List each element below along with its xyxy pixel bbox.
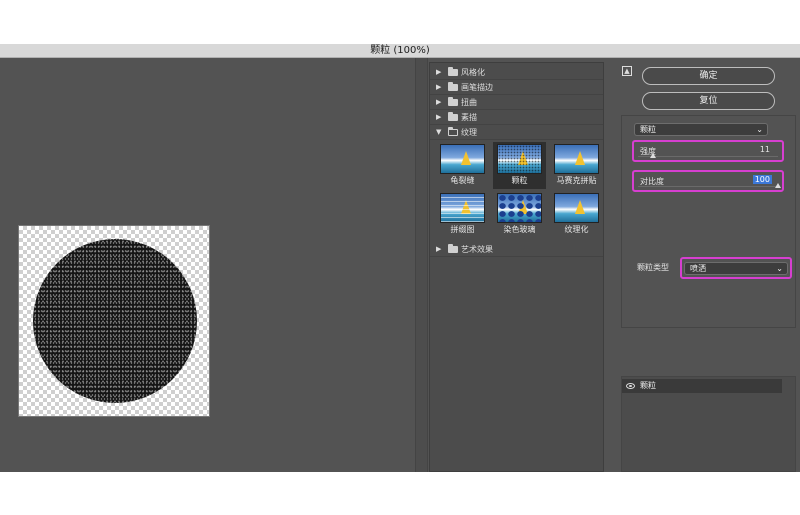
filter-select-value: 颗粒 bbox=[640, 125, 656, 134]
filter-category[interactable]: ▶ 画笔描边 bbox=[430, 80, 603, 95]
filter-thumbnail-label: 颗粒 bbox=[511, 176, 528, 185]
contrast-value[interactable]: 100 bbox=[752, 175, 772, 184]
collapse-up-icon[interactable]: ▲ bbox=[622, 66, 632, 76]
filter-thumbnail-label: 拼缀图 bbox=[450, 225, 475, 234]
chevron-down-icon: ⌄ bbox=[776, 264, 783, 273]
filter-category[interactable]: ▼ 纹理 bbox=[430, 125, 603, 140]
filter-gallery-window: 颗粒 (100%) ▶ 风格化 ▶ 画笔描边 ▶ 扭曲 ▶ 素描 ▼ 纹理 龟裂缝 颗粒 马赛克拼贴 拼缀… bbox=[0, 44, 800, 472]
preview-area[interactable] bbox=[0, 58, 415, 472]
reset-button[interactable]: 复位 bbox=[642, 92, 775, 110]
filter-category[interactable]: ▶ 素描 bbox=[430, 110, 603, 125]
filter-category-label: 画笔描边 bbox=[461, 83, 493, 92]
effect-layer-row[interactable]: 颗粒 bbox=[622, 379, 782, 393]
grain-type-label: 颗粒类型 bbox=[637, 263, 669, 272]
filter-thumbnail[interactable]: 染色玻璃 bbox=[493, 191, 546, 238]
filter-thumbnail-label: 染色玻璃 bbox=[503, 225, 536, 234]
filter-thumbnail[interactable]: 马赛克拼贴 bbox=[550, 142, 603, 189]
grain-type-value: 喷洒 bbox=[690, 264, 706, 273]
contrast-control: 对比度 100 bbox=[632, 170, 784, 192]
triangle-right-icon[interactable]: ▶ bbox=[436, 242, 441, 257]
settings-panel: ▲ 确定 复位 颗粒 ⌄ 强度 11 对比度 100 颗粒类型 喷洒 ⌄ 颗粒 bbox=[610, 58, 800, 472]
filter-thumbnail-label: 马赛克拼贴 bbox=[556, 176, 597, 185]
preview-canvas bbox=[18, 225, 210, 417]
filter-category-label: 扭曲 bbox=[461, 98, 477, 107]
filter-thumbnail[interactable]: 纹理化 bbox=[550, 191, 603, 238]
filter-preview-image bbox=[497, 193, 542, 223]
filter-thumbnail-label: 龟裂缝 bbox=[450, 176, 475, 185]
triangle-right-icon[interactable]: ▶ bbox=[436, 80, 441, 95]
triangle-down-icon[interactable]: ▼ bbox=[436, 125, 441, 140]
chevron-down-icon: ⌄ bbox=[756, 125, 763, 134]
intensity-control: 强度 11 bbox=[632, 140, 784, 162]
contrast-slider-handle[interactable] bbox=[775, 183, 781, 188]
folder-icon bbox=[448, 112, 458, 121]
filter-preview-image bbox=[497, 144, 542, 174]
filter-category[interactable]: ▶ 扭曲 bbox=[430, 95, 603, 110]
filter-thumbnail[interactable]: 颗粒 bbox=[493, 142, 546, 189]
filter-category[interactable]: ▶ 艺术效果 bbox=[430, 242, 603, 257]
grain-circle-image bbox=[33, 239, 197, 403]
filter-preview-image bbox=[554, 144, 599, 174]
filter-preview-image bbox=[440, 193, 485, 223]
triangle-right-icon[interactable]: ▶ bbox=[436, 110, 441, 125]
contrast-slider[interactable] bbox=[638, 183, 781, 188]
filter-category[interactable]: ▶ 风格化 bbox=[430, 65, 603, 80]
triangle-right-icon[interactable]: ▶ bbox=[436, 65, 441, 80]
triangle-right-icon[interactable]: ▶ bbox=[436, 95, 441, 110]
filter-gallery: ▶ 风格化 ▶ 画笔描边 ▶ 扭曲 ▶ 素描 ▼ 纹理龟裂缝 颗粒 马赛克拼贴拼缀图 染色玻璃 纹理化 ▶ 艺… bbox=[429, 62, 604, 472]
filter-preview-image bbox=[440, 144, 485, 174]
filter-category-label: 纹理 bbox=[461, 128, 477, 137]
filter-thumbnail-label: 纹理化 bbox=[564, 225, 589, 234]
folder-icon bbox=[448, 127, 458, 136]
grain-type-select[interactable]: 喷洒 ⌄ bbox=[684, 262, 788, 275]
eye-icon[interactable] bbox=[626, 383, 635, 389]
intensity-slider-handle[interactable] bbox=[650, 153, 657, 158]
filter-category-label: 艺术效果 bbox=[461, 245, 493, 254]
filter-category-label: 素描 bbox=[461, 113, 477, 122]
window-title: 颗粒 (100%) bbox=[0, 44, 800, 58]
effect-layer-name: 颗粒 bbox=[640, 381, 656, 390]
grain-type-highlight: 喷洒 ⌄ bbox=[680, 257, 792, 279]
effect-layers-panel: 颗粒 bbox=[621, 376, 796, 472]
folder-icon bbox=[448, 82, 458, 91]
intensity-value[interactable]: 11 bbox=[758, 145, 772, 154]
ok-button[interactable]: 确定 bbox=[642, 67, 775, 85]
filter-select[interactable]: 颗粒 ⌄ bbox=[634, 123, 768, 136]
filter-category-label: 风格化 bbox=[461, 68, 485, 77]
filter-preview-image bbox=[554, 193, 599, 223]
folder-icon bbox=[448, 97, 458, 106]
intensity-slider[interactable] bbox=[638, 153, 778, 158]
filter-settings: 颗粒 ⌄ 强度 11 对比度 100 颗粒类型 喷洒 ⌄ bbox=[621, 115, 796, 328]
folder-icon bbox=[448, 67, 458, 76]
filter-thumbnail[interactable]: 龟裂缝 bbox=[436, 142, 489, 189]
filter-thumbnail[interactable]: 拼缀图 bbox=[436, 191, 489, 238]
panel-divider[interactable] bbox=[415, 58, 428, 472]
folder-icon bbox=[448, 244, 458, 253]
